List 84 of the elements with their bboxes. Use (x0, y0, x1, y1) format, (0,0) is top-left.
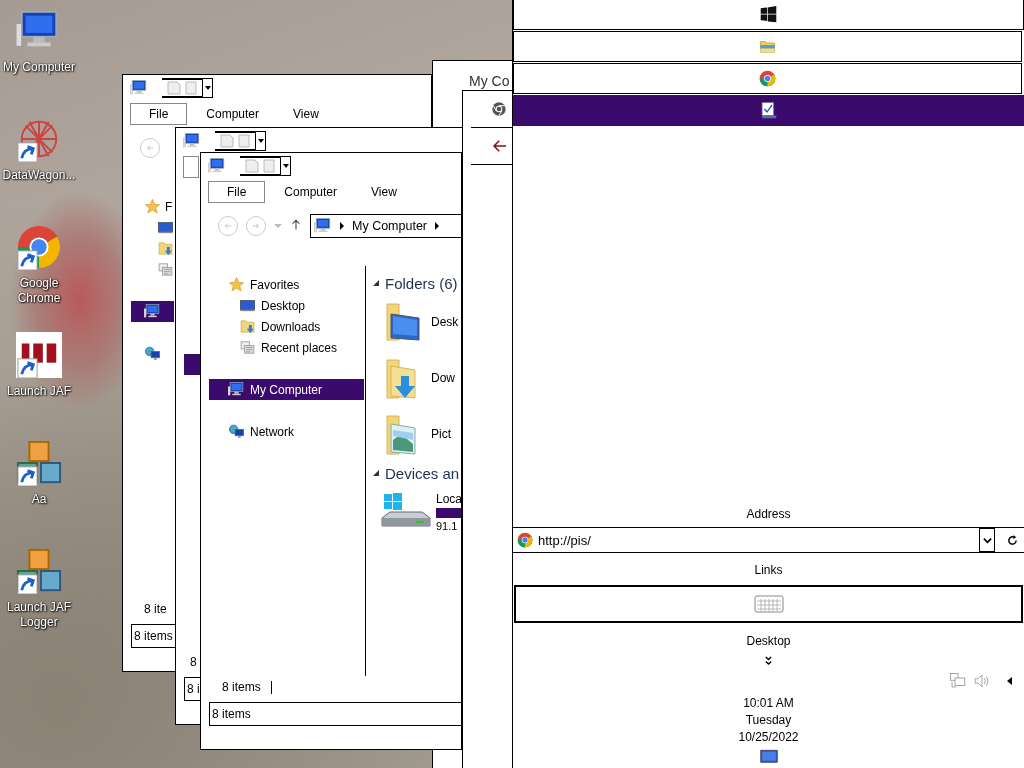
chevron-icon[interactable] (435, 222, 440, 230)
clock-text[interactable]: 10/25/2022 (738, 729, 799, 746)
clock-text[interactable]: Tuesday (745, 712, 792, 729)
desktop-icon-label[interactable]: Launch JAF Logger (0, 600, 78, 630)
refresh-icon (1006, 534, 1018, 546)
back-arrow-icon[interactable] (491, 137, 509, 155)
taskbar-button[interactable] (513, 31, 1022, 62)
group-heading[interactable]: Folders (6) (385, 274, 458, 292)
chrome-icon (517, 532, 533, 548)
item-count: 8 ite (144, 602, 168, 616)
chevron-icon[interactable] (764, 654, 773, 666)
collapse-icon[interactable] (373, 280, 379, 286)
nav-item[interactable]: Favorites (209, 274, 365, 295)
show-hidden-icons-button[interactable] (1007, 677, 1012, 685)
forward-arrow-icon (251, 221, 261, 231)
dropdown-button[interactable] (202, 78, 213, 98)
chrome-icon (759, 70, 776, 87)
nav-item[interactable]: Desktop (209, 295, 365, 316)
collapse-icon[interactable] (373, 470, 379, 476)
folder-icon (759, 38, 776, 55)
group-heading[interactable]: Devices an (385, 464, 460, 482)
nav-item[interactable] (131, 301, 174, 322)
dropdown-button[interactable] (280, 156, 291, 176)
toolbar-label: Desktop (745, 633, 792, 650)
toolbar-label: Address (745, 506, 792, 523)
quick-access-toolbar-drawing (162, 78, 202, 98)
toolbar-label: Links (753, 562, 784, 579)
downloads-folder-icon (239, 318, 256, 335)
nav-item[interactable]: Network (209, 421, 365, 442)
blocks-icon[interactable] (16, 548, 62, 594)
quick-access-toolbar-drawing (240, 156, 280, 176)
start-button[interactable] (513, 0, 1024, 30)
item-name[interactable]: Dow (431, 371, 455, 385)
item-name[interactable]: Pict (431, 427, 451, 441)
keyboard-icon (753, 593, 784, 615)
free-space-text: 91.1 (436, 520, 459, 532)
recent-places-icon (157, 261, 174, 278)
window-title: My Co (469, 73, 510, 89)
blocks-icon[interactable] (16, 440, 62, 486)
chrome-icon[interactable] (491, 101, 507, 117)
ribbon-tab[interactable]: File (208, 181, 266, 203)
item-count: 8 (190, 655, 198, 669)
item-name[interactable]: Desk (431, 315, 459, 329)
star-icon (228, 276, 245, 293)
chrome-icon[interactable] (16, 224, 62, 270)
jaf-logo-icon[interactable] (16, 332, 62, 378)
up-arrow-icon (291, 218, 301, 231)
dropdown-button[interactable] (979, 528, 995, 552)
breadcrumb-item[interactable]: My Computer (352, 219, 428, 233)
status-bar: 8 items (209, 702, 461, 726)
show-desktop-icon[interactable] (759, 748, 778, 766)
network-icon (144, 345, 161, 362)
caret-icon (982, 535, 992, 545)
item-count: 8 items (222, 680, 272, 694)
back-arrow-icon (145, 143, 155, 153)
chevron-icon[interactable] (340, 222, 344, 230)
address-bar[interactable]: My Computer (310, 214, 461, 238)
nav-item[interactable]: F (131, 196, 175, 217)
windows-logo-icon (760, 6, 777, 23)
dropdown-button[interactable] (255, 131, 266, 151)
monitor-icon (157, 219, 174, 236)
network-icon (228, 423, 245, 440)
downloads-folder-icon (157, 240, 174, 257)
address-field[interactable]: http://pis/ (513, 527, 1024, 553)
nav-item[interactable]: Downloads (209, 316, 365, 337)
computer-icon (183, 132, 201, 150)
ribbon-tab[interactable]: File (130, 103, 188, 125)
nav-item[interactable]: My Computer (209, 379, 364, 400)
clock-text[interactable]: 10:01 AM (743, 695, 794, 712)
desktop-icon-label[interactable]: Google Chrome (0, 276, 78, 306)
star-icon (144, 198, 161, 215)
nav-item[interactable]: Recent places (209, 337, 365, 358)
touch-keyboard-button[interactable] (514, 585, 1023, 623)
back-arrow-icon (223, 221, 233, 231)
computer-icon (228, 381, 245, 398)
checklist-icon (760, 102, 777, 119)
monitor-icon (239, 297, 256, 314)
computer-icon (208, 157, 226, 175)
taskbar-button[interactable] (513, 63, 1022, 94)
recent-places-icon (239, 339, 256, 356)
computer-icon (144, 303, 161, 320)
computer-icon (314, 217, 332, 235)
ribbon-tab[interactable] (183, 156, 199, 178)
computer-icon (130, 79, 148, 97)
